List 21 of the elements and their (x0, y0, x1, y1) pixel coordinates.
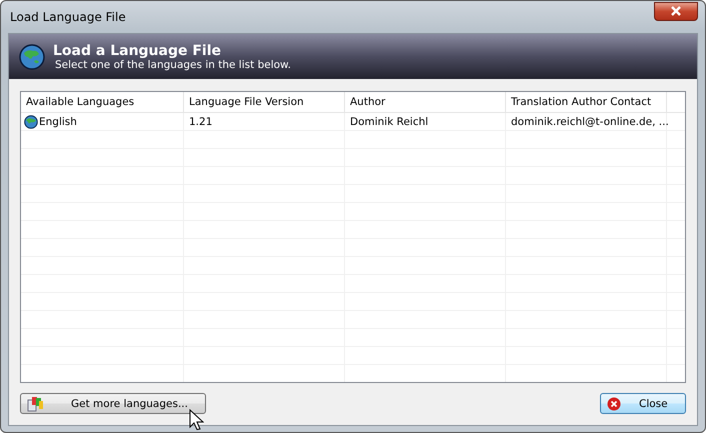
column-header[interactable]: Author (345, 92, 506, 112)
globe-icon (24, 114, 38, 128)
language-row[interactable]: English 1.21 Dominik Reichl dominik.reichl@t-online.de, ... (21, 113, 685, 131)
table-cell: English (39, 116, 77, 128)
files-icon (27, 396, 45, 412)
table-cell: dominik.reichl@t-online.de, ... (511, 116, 669, 128)
close-dialog-button[interactable]: Close (600, 393, 686, 414)
table-cell: Dominik Reichl (350, 116, 428, 128)
close-icon (670, 6, 682, 16)
column-header[interactable]: Available Languages (21, 92, 184, 112)
table-cell: 1.21 (189, 116, 212, 128)
globe-icon (19, 44, 45, 70)
window-title: Load Language File (9, 10, 126, 24)
get-more-languages-button[interactable]: Get more languages... (20, 393, 206, 414)
header-subtitle: Select one of the languages in the list below. (55, 58, 291, 70)
header-title: Load a Language File (53, 42, 222, 58)
column-header[interactable]: Language File Version (184, 92, 345, 112)
error-icon (607, 396, 621, 410)
close-button[interactable] (654, 2, 698, 20)
mouse-cursor-drawing (189, 409, 204, 430)
column-header[interactable]: Translation Author Contact (506, 92, 667, 112)
